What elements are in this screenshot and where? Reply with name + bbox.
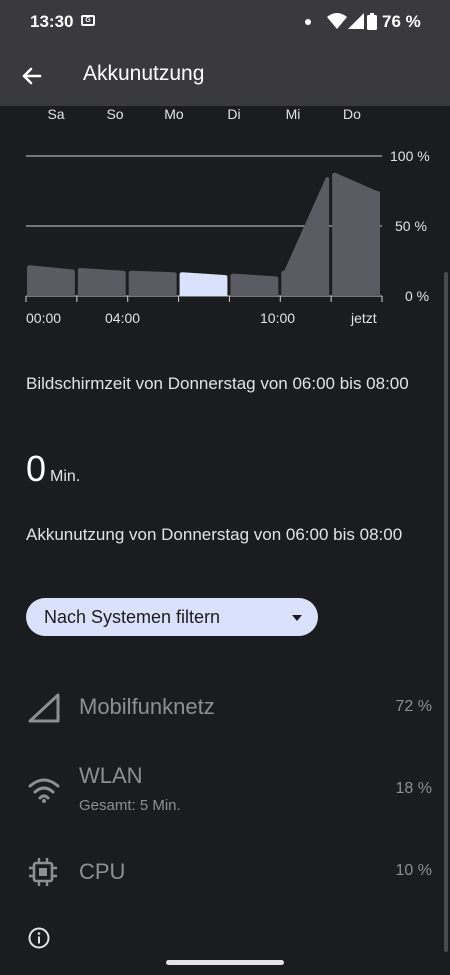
cpu-icon (29, 858, 57, 886)
screen-time-title: Bildschirmzeit von Donnerstag von 06:00 … (26, 374, 409, 393)
chart-bar[interactable] (230, 273, 279, 296)
back-arrow-icon[interactable] (16, 61, 46, 91)
wifi-status-icon (327, 13, 347, 29)
info-icon[interactable] (28, 927, 50, 949)
chart-bar[interactable] (281, 177, 330, 296)
day-label[interactable]: Sa (47, 106, 64, 122)
usage-item-label: Mobilfunknetz (79, 694, 215, 719)
battery-usage-title: Akkunutzung von Donnerstag von 06:00 bis… (26, 525, 403, 544)
scrollbar[interactable] (444, 272, 448, 952)
usage-item-mobilfunknetz[interactable]: Mobilfunknetz 72 % (0, 678, 450, 738)
filter-dropdown[interactable]: Nach Systemen filtern (26, 598, 318, 636)
day-label[interactable]: So (106, 106, 123, 122)
screen-time-number: 0 (26, 448, 47, 489)
screen-time-unit: Min. (50, 468, 81, 485)
status-bar: 13:30 G 76 % (0, 0, 450, 44)
x-tick-label: 10:00 (260, 310, 295, 326)
screen-time-value: 0 Min. (26, 448, 80, 490)
y-tick-label: 50 % (395, 218, 427, 234)
usage-item-percent: 10 % (395, 862, 432, 879)
usage-item-subtitle: Gesamt: 5 Min. (79, 797, 181, 814)
filter-label: Nach Systemen filtern (44, 607, 221, 627)
y-tick-label: 100 % (390, 148, 430, 164)
chart-bar[interactable] (27, 265, 75, 296)
day-label[interactable]: Mo (164, 106, 183, 122)
app-bar: Akkunutzung (0, 44, 450, 106)
battery-status-icon (367, 13, 377, 30)
usage-item-wlan[interactable]: WLAN Gesamt: 5 Min. 18 % (0, 760, 450, 820)
home-indicator[interactable] (166, 960, 284, 965)
battery-percent: 76 % (382, 12, 421, 31)
page-title: Akkunutzung (83, 62, 205, 85)
usage-item-percent: 18 % (395, 780, 432, 797)
cell-signal-icon (28, 693, 60, 723)
day-labels: Sa So Mo Di Mi Do (0, 106, 450, 126)
signal-status-icon (348, 13, 364, 29)
day-label[interactable]: Mi (286, 106, 301, 122)
x-tick-label: jetzt (350, 310, 377, 326)
day-label[interactable]: Do (343, 106, 361, 122)
notification-dot-icon (305, 19, 311, 25)
chart-bar[interactable] (77, 268, 126, 296)
usage-item-percent: 72 % (395, 698, 432, 715)
x-tick-label: 00:00 (26, 310, 61, 326)
chart-bar[interactable] (332, 172, 380, 296)
wifi-icon (28, 778, 60, 803)
notification-icon: G (81, 15, 95, 26)
chart-bar[interactable] (128, 270, 177, 296)
usage-item-cpu[interactable]: CPU 10 % (0, 842, 450, 902)
status-time: 13:30 (30, 12, 74, 31)
x-tick-label: 04:00 (105, 310, 140, 326)
battery-usage-chart: 100 % 50 % 0 % 00:00 04:00 10:00 jetzt (25, 148, 430, 326)
usage-item-label: CPU (79, 859, 126, 884)
chart-bar[interactable] (179, 272, 228, 296)
day-label[interactable]: Di (227, 106, 240, 122)
usage-item-label: WLAN (79, 763, 143, 788)
dropdown-arrow-icon (292, 615, 302, 621)
y-tick-label: 0 % (405, 288, 429, 304)
